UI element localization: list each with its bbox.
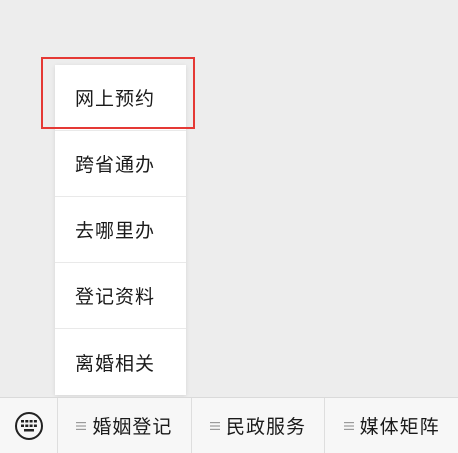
- submenu-item-online-appointment[interactable]: 网上预约: [55, 65, 186, 131]
- submenu-item-registration-materials[interactable]: 登记资料: [55, 263, 186, 329]
- bottom-menu-bar: 婚姻登记 民政服务 媒体矩阵: [0, 397, 458, 453]
- menu-tab-marriage-registration[interactable]: 婚姻登记: [58, 398, 192, 453]
- menu-tab-label: 民政服务: [226, 416, 307, 438]
- submenu-item-cross-province[interactable]: 跨省通办: [55, 131, 186, 197]
- submenu-item-label: 跨省通办: [75, 154, 156, 176]
- menu-tab-label: 媒体矩阵: [359, 416, 440, 438]
- menu-tab-media-matrix[interactable]: 媒体矩阵: [325, 398, 458, 453]
- keyboard-icon: [14, 411, 43, 440]
- menu-lines-icon: [76, 421, 87, 431]
- menu-tab-label: 婚姻登记: [92, 416, 173, 438]
- menu-tab-civil-affairs-services[interactable]: 民政服务: [192, 398, 326, 453]
- submenu-item-label: 离婚相关: [75, 352, 156, 375]
- menu-lines-icon: [343, 421, 354, 431]
- submenu-item-where-to-go[interactable]: 去哪里办: [55, 197, 186, 263]
- submenu-item-label: 去哪里办: [75, 220, 156, 242]
- submenu-item-label: 登记资料: [75, 286, 156, 308]
- keyboard-toggle-button[interactable]: [0, 398, 58, 453]
- submenu-popup: 网上预约 跨省通办 去哪里办 登记资料 离婚相关: [55, 65, 186, 395]
- submenu-item-label: 网上预约: [75, 88, 156, 110]
- submenu-item-divorce-related[interactable]: 离婚相关: [55, 329, 186, 395]
- menu-lines-icon: [210, 421, 220, 431]
